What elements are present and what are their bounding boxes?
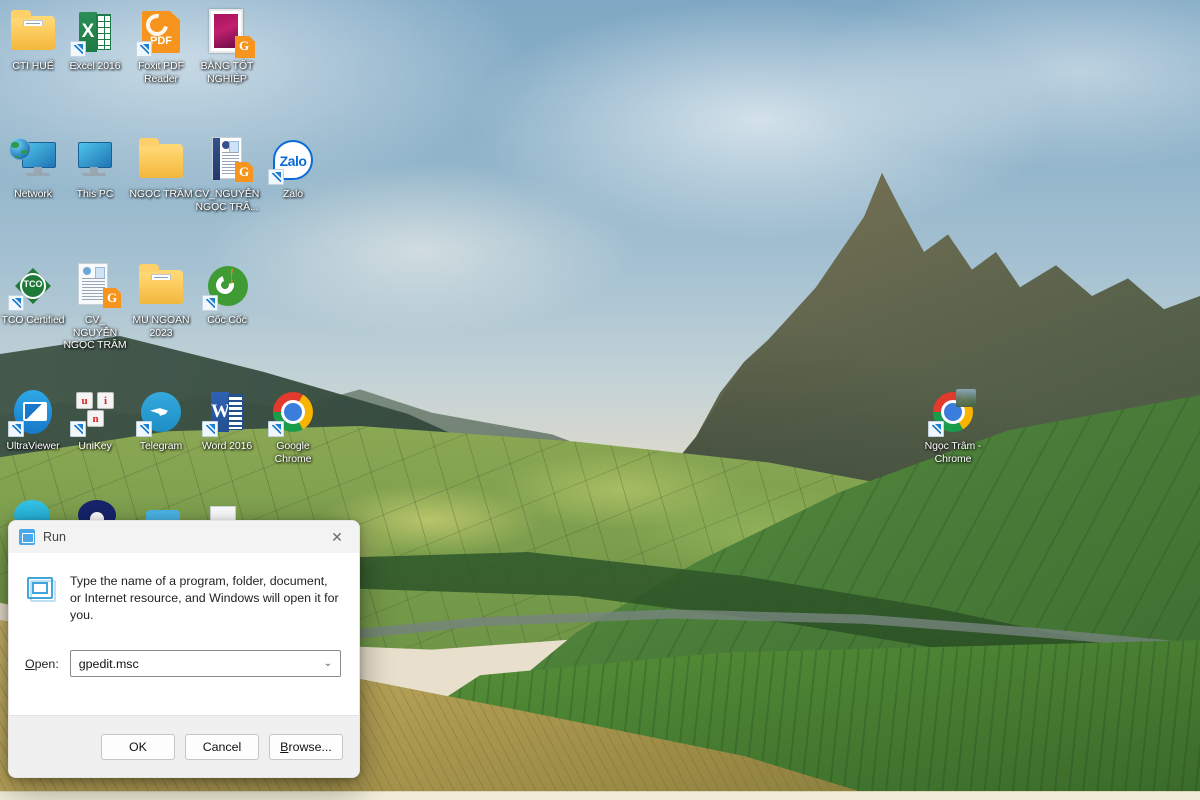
- desktop-icon-google-chrome[interactable]: Google Chrome: [260, 388, 326, 465]
- cancel-button[interactable]: Cancel: [185, 733, 259, 760]
- desktop-icon-label: CTI HUẾ: [12, 60, 54, 72]
- run-open-row: Open: gpedit.msc ⌄: [25, 650, 341, 677]
- open-field-label: Open:: [25, 657, 59, 671]
- run-program-icon: [25, 573, 57, 605]
- desktop-icon-ultraviewer[interactable]: UltraViewer: [0, 388, 66, 453]
- word-icon: W: [202, 388, 251, 437]
- desktop-icon-unikey[interactable]: uin UniKey: [62, 388, 128, 453]
- shortcut-arrow-icon: [136, 421, 152, 437]
- desktop-icon-label: CV_ NGUYỄN NGỌC TRÂM: [63, 314, 127, 351]
- open-combobox[interactable]: gpedit.msc ⌄: [69, 650, 341, 677]
- desktop-icon-cv-nguyen-ngoc-tram-1[interactable]: CV_NGUYỄN NGỌC TRÂ...: [194, 136, 260, 213]
- desktop-icon-coc-coc[interactable]: Cốc Cốc: [194, 262, 260, 327]
- certificate-document-icon: [203, 8, 255, 58]
- desktop-icon-label: UniKey: [78, 440, 112, 452]
- ultraviewer-icon: [8, 388, 57, 437]
- run-dialog-titlebar[interactable]: Run ✕: [9, 521, 359, 553]
- document-icon: [71, 262, 121, 310]
- shortcut-arrow-icon: [202, 295, 218, 311]
- desktop-icon-label: Cốc Cốc: [207, 314, 247, 326]
- browse-button[interactable]: Browse...: [269, 733, 343, 760]
- desktop-icon-label: NGỌC TRÂM: [129, 188, 193, 200]
- desktop-icon-label: Telegram: [139, 440, 183, 452]
- folder-icon: [137, 262, 185, 310]
- desktop-icon-ngoc-tram-folder[interactable]: NGỌC TRÂM: [128, 136, 194, 201]
- open-input[interactable]: gpedit.msc: [71, 657, 316, 671]
- open-label-accel: O: [25, 656, 35, 671]
- zalo-icon: Zalo: [268, 136, 317, 185]
- chrome-profile-icon: [928, 388, 977, 437]
- coccoc-icon: [202, 262, 251, 311]
- desktop-icon-label: BẰNG TỐT NGHIỆP: [200, 60, 254, 85]
- run-dialog-title: Run: [43, 530, 66, 544]
- chevron-down-icon[interactable]: ⌄: [316, 658, 340, 669]
- desktop-icon-label: CV_NGUYỄN NGỌC TRÂ...: [194, 188, 260, 213]
- tco-certified-icon: [8, 262, 57, 311]
- desktop-icon-ngoc-tram-chrome[interactable]: Ngọc Trâm - Chrome: [920, 388, 986, 465]
- run-description-text: Type the name of a program, folder, docu…: [70, 574, 339, 622]
- ok-button[interactable]: OK: [101, 733, 175, 760]
- folder-icon: [137, 136, 185, 184]
- desktop-icon-excel-2016[interactable]: X Excel 2016: [62, 8, 128, 73]
- run-dialog[interactable]: Run ✕ Type the name of a program, folder…: [8, 520, 360, 778]
- desktop-icon-label: Ngọc Trâm - Chrome: [924, 440, 982, 465]
- desktop[interactable]: CTI HUẾ X Excel 2016 PDF Foxit PDF Reade…: [0, 0, 1200, 800]
- desktop-icon-cti-hue[interactable]: CTI HUẾ: [0, 8, 66, 73]
- document-icon: [203, 136, 253, 184]
- run-window-icon: [19, 529, 35, 545]
- telegram-icon: [136, 388, 185, 437]
- desktop-icon-telegram[interactable]: Telegram: [128, 388, 194, 453]
- shortcut-arrow-icon: [202, 421, 218, 437]
- desktop-icon-label: This PC: [76, 188, 114, 200]
- unikey-icon: uin: [70, 388, 119, 437]
- desktop-icon-label: Foxit PDF Reader: [138, 60, 184, 85]
- shortcut-arrow-icon: [70, 41, 86, 57]
- desktop-icon-label: Excel 2016: [69, 60, 121, 72]
- network-icon: [9, 136, 57, 184]
- desktop-icon-zalo[interactable]: Zalo Zalo: [260, 136, 326, 201]
- browse-label-rest: rowse...: [288, 739, 332, 754]
- foxit-pdf-icon: PDF: [136, 8, 185, 57]
- profile-photo-badge: [956, 389, 976, 407]
- browse-label-accel: B: [280, 739, 289, 754]
- shortcut-arrow-icon: [268, 169, 284, 185]
- desktop-icon-mu-ngoan-2023[interactable]: MU NGOAN 2023: [128, 262, 194, 339]
- shortcut-arrow-icon: [268, 421, 284, 437]
- screen-bottom-strip: [0, 791, 1200, 800]
- excel-icon: X: [70, 8, 119, 57]
- shortcut-arrow-icon: [928, 421, 944, 437]
- shortcut-arrow-icon: [136, 41, 152, 57]
- shortcut-arrow-icon: [8, 421, 24, 437]
- desktop-icon-network[interactable]: Network: [0, 136, 66, 201]
- shortcut-arrow-icon: [8, 295, 24, 311]
- desktop-icon-word-2016[interactable]: W Word 2016: [194, 388, 260, 453]
- desktop-icon-label: MU NGOAN 2023: [132, 314, 190, 339]
- run-description-row: Type the name of a program, folder, docu…: [25, 567, 341, 624]
- desktop-icon-label: Word 2016: [201, 440, 253, 452]
- desktop-icon-label: TCO Certified: [1, 314, 65, 326]
- close-icon[interactable]: ✕: [315, 521, 359, 553]
- desktop-icon-label: Network: [14, 188, 52, 200]
- desktop-icon-this-pc[interactable]: This PC: [62, 136, 128, 201]
- this-pc-icon: [71, 136, 119, 184]
- desktop-icon-foxit-pdf-reader[interactable]: PDF Foxit PDF Reader: [128, 8, 194, 85]
- chrome-icon: [268, 388, 317, 437]
- run-dialog-body: Type the name of a program, folder, docu…: [9, 553, 359, 715]
- desktop-icon-tco-certified[interactable]: TCO Certified: [0, 262, 66, 327]
- desktop-icon-cv-nguyen-ngoc-tram-2[interactable]: CV_ NGUYỄN NGỌC TRÂM: [62, 262, 128, 352]
- open-label-rest: pen:: [34, 656, 59, 671]
- desktop-icon-label: Google Chrome: [274, 440, 312, 465]
- desktop-icon-label: Zalo: [282, 188, 304, 200]
- desktop-icon-label: UltraViewer: [6, 440, 60, 452]
- desktop-icon-bang-tot-nghiep[interactable]: BẰNG TỐT NGHIỆP: [194, 8, 260, 85]
- folder-icon: [9, 8, 57, 56]
- shortcut-arrow-icon: [70, 421, 86, 437]
- run-dialog-footer: OK Cancel Browse...: [9, 715, 359, 777]
